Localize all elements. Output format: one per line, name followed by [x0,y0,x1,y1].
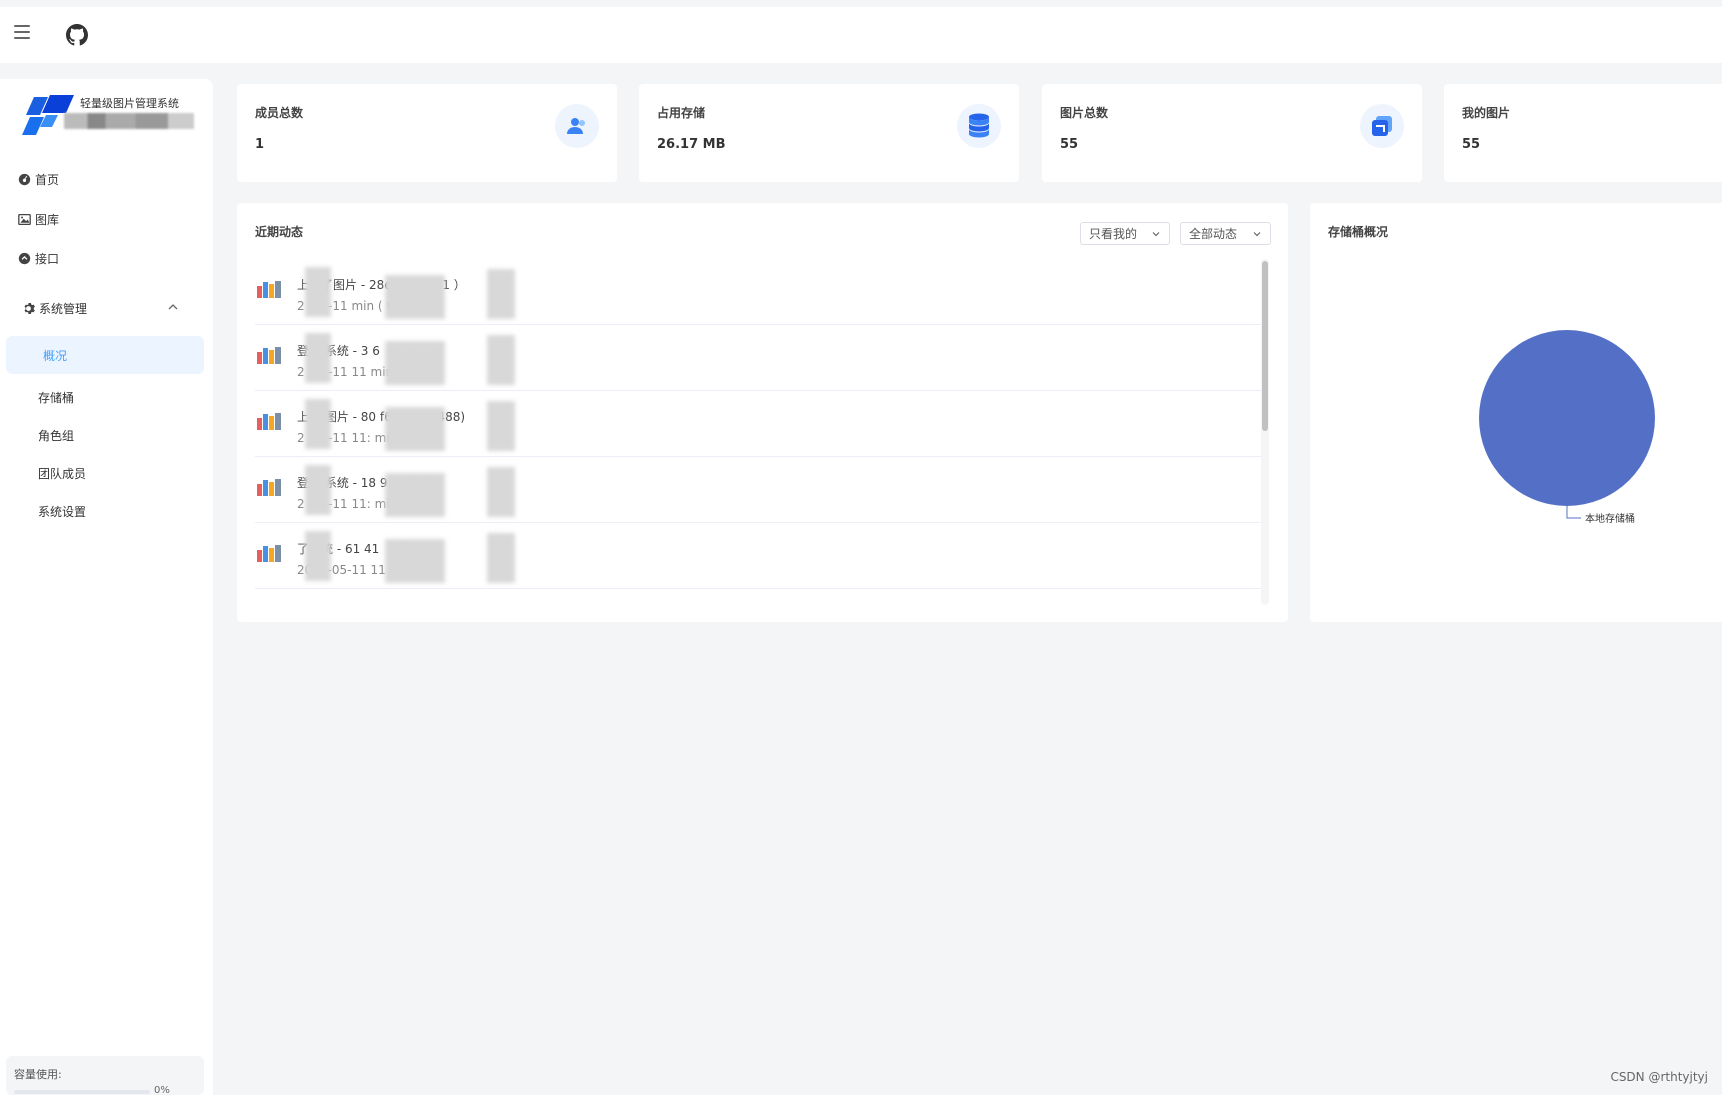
redaction-blur [487,401,515,451]
sidebar-subitem-team[interactable]: 团队成员 [0,458,213,488]
capacity-value: 0% [154,1085,170,1095]
database-icon [957,104,1001,148]
app-logo[interactable]: 轻量级图片管理系统 [20,91,210,139]
redaction-blur [305,333,331,383]
sidebar-item-label: 系统管理 [39,301,88,316]
sidebar-item-gallery[interactable]: 图库 [0,204,213,234]
sidebar-subitem-label: 团队成员 [38,466,87,481]
recent-activity-panel: 近期动态 只看我的 全部动态 上传了图片 - 28ec g （ID:1 ） 2 … [237,203,1288,622]
stat-value: 1 [255,137,265,152]
redaction-blur [487,269,515,319]
sidebar-subitem-overview[interactable]: 概况 [6,336,204,374]
storage-overview-panel: 存储桶概况 本地存储桶 [1310,203,1722,622]
stat-label: 我的图片 [1462,106,1511,120]
filter-all-select[interactable]: 全部动态 [1180,222,1271,245]
sidebar: 轻量级图片管理系统 首页 图库 接口 系统管理 概况 存储桶 角色组 团队成员 … [0,79,213,1095]
avatar [257,545,281,562]
sidebar-item-api[interactable]: 接口 [0,243,213,273]
stat-value: 55 [1462,137,1481,152]
redaction-blur [385,341,445,385]
pie-slice[interactable] [1479,330,1655,506]
chevron-up-icon[interactable] [167,301,179,313]
list-item: 登 了系统 - 3 6 （安 六安 2 -05-11 11 min ( tc) [255,325,1265,391]
list-item: 登 了系统 - 18 9 （广 市） 2 -05-11 11: min ( [255,457,1265,523]
logo-title: 轻量级图片管理系统 [80,97,179,110]
redaction-blur [305,531,331,581]
dashboard-icon [18,173,31,186]
sidebar-item-home[interactable]: 首页 [0,164,213,194]
list-item: 上传了图片 - 28ec g （ID:1 ） 2 -05-11 min ( tc… [255,259,1265,325]
redaction-blur [385,473,445,517]
sidebar-subitem-settings[interactable]: 系统设置 [0,496,213,526]
list-item: 上 了图片 - 80 f65d9 g 1488) 2 -05-11 11: mi… [255,391,1265,457]
stat-value: 26.17 MB [657,137,726,152]
select-value: 只看我的 [1089,227,1138,241]
capacity-usage: 容量使用: 0% [6,1056,204,1095]
redaction-blur [385,275,445,319]
storage-pie-chart: 本地存储桶 [1479,330,1655,525]
avatar [257,281,281,298]
list-item: 了系统 - 61 41 （ 郑州市） 2022-05-11 11 min ( ) [255,523,1265,589]
pie-label-line [1566,506,1581,519]
sidebar-subitem-label: 存储桶 [38,390,75,405]
avatar [257,413,281,430]
sidebar-item-label: 首页 [35,172,60,187]
images-icon [1360,104,1404,148]
sidebar-item-label: 图库 [35,212,60,227]
stat-value: 55 [1060,137,1079,152]
stat-card-storage: 占用存储 26.17 MB [639,84,1019,182]
stat-card-my-images: 我的图片 55 [1444,84,1722,182]
capacity-progress-bar [14,1090,150,1094]
redaction-blur [487,467,515,517]
stat-label: 占用存储 [657,106,706,120]
stat-label: 图片总数 [1060,106,1109,120]
redaction-blur [305,399,331,449]
filter-mine-select[interactable]: 只看我的 [1080,222,1170,245]
redaction-blur [305,267,331,317]
hamburger-icon[interactable] [14,25,30,39]
sidebar-item-system-management[interactable]: 系统管理 [0,293,213,323]
redaction-blur [385,539,445,583]
scrollbar-thumb[interactable] [1262,261,1268,431]
sidebar-subitem-label: 角色组 [38,428,75,443]
stat-card-images: 图片总数 55 [1042,84,1422,182]
watermark: CSDN @rthtyjtyj [1610,1070,1708,1084]
activity-feed[interactable]: 上传了图片 - 28ec g （ID:1 ） 2 -05-11 min ( tc… [255,259,1265,605]
chevron-down-icon [1152,232,1160,237]
activity-scrollbar[interactable] [1261,259,1269,605]
sidebar-subitem-label: 概况 [43,348,68,363]
top-bar [0,7,1722,63]
sidebar-item-label: 接口 [35,251,60,266]
stat-card-members: 成员总数 1 [237,84,617,182]
select-value: 全部动态 [1189,227,1238,241]
redaction-blur [487,335,515,385]
users-icon [555,104,599,148]
sidebar-subitem-buckets[interactable]: 存储桶 [0,382,213,412]
github-icon[interactable] [66,24,88,46]
image-icon [18,213,31,226]
redaction-blur [487,533,515,583]
chevron-down-icon [1253,232,1261,237]
logo-subtitle-blurred [64,113,194,129]
pie-label: 本地存储桶 [1585,512,1635,525]
panel-title: 近期动态 [255,225,304,239]
sidebar-subitem-label: 系统设置 [38,504,87,519]
redaction-blur [385,407,445,451]
capacity-label: 容量使用: [14,1068,62,1081]
stat-label: 成员总数 [255,106,304,120]
api-icon [18,252,31,265]
redaction-blur [305,465,331,515]
avatar [257,479,281,496]
gear-icon [22,302,35,315]
sidebar-subitem-roles[interactable]: 角色组 [0,420,213,450]
avatar [257,347,281,364]
